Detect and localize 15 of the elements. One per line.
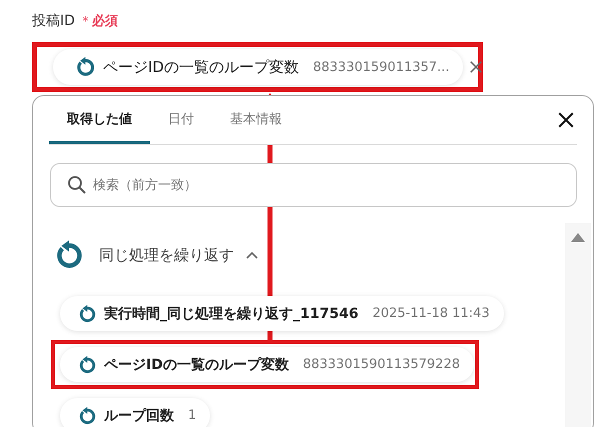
value-chip[interactable]: ページIDの一覧のループ変数 8833301590113579228	[60, 347, 474, 382]
field-label: 投稿ID	[32, 12, 75, 30]
selected-value-chip[interactable]: ページIDの一覧のループ変数 883330159011357...	[53, 49, 464, 85]
scrollbar[interactable]	[565, 223, 591, 427]
value-chip[interactable]: 実行時間_同じ処理を繰り返す_117546 2025-11-18 11:43	[60, 296, 504, 331]
value-chip[interactable]: ループ回数 1	[60, 398, 210, 427]
close-icon[interactable]	[557, 111, 575, 129]
required-mark: ＊	[78, 14, 92, 30]
group-title: 同じ処理を繰り返す	[99, 246, 234, 264]
required-label: 必須	[92, 12, 118, 30]
search-icon	[67, 175, 87, 195]
chevron-up-icon[interactable]	[246, 251, 258, 259]
close-icon[interactable]	[469, 60, 484, 74]
search-field[interactable]: 検索（前方一致）	[50, 163, 577, 207]
scroll-up-icon[interactable]	[571, 233, 585, 242]
